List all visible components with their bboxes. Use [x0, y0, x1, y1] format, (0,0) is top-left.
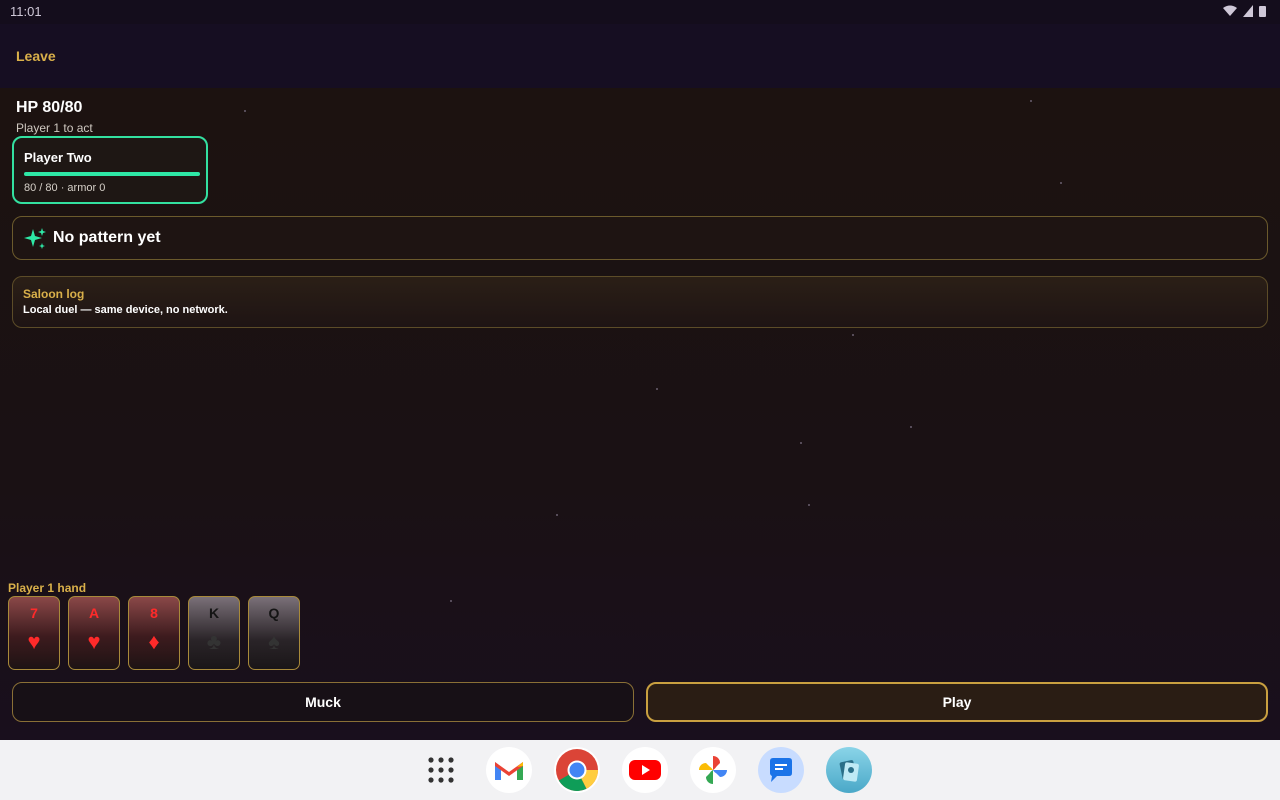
playing-card[interactable]: 8 ♦	[128, 596, 180, 670]
star-dot	[656, 388, 658, 390]
card-rank: K	[208, 605, 220, 621]
player-hand: 7 ♥ A ♥ 8 ♦ K ♣ Q ♠	[8, 596, 300, 670]
saloon-log: Saloon log Local duel — same device, no …	[12, 276, 1268, 328]
star-dot	[800, 442, 802, 444]
game-app-icon[interactable]	[826, 747, 872, 793]
photos-icon[interactable]	[690, 747, 736, 793]
heart-icon: ♥	[87, 629, 101, 654]
wifi-icon	[1223, 5, 1237, 16]
playing-card[interactable]: 7 ♥	[8, 596, 60, 670]
playing-card[interactable]: Q ♠	[248, 596, 300, 670]
game-area: HP 80/80 Player 1 to act Player Two 80 /…	[0, 88, 1280, 740]
app-dock-bar	[0, 740, 1280, 800]
status-bar: 11:01	[0, 0, 1280, 24]
log-title: Saloon log	[23, 287, 85, 301]
opponent-stats: 80 / 80 · armor 0	[24, 182, 106, 194]
leave-button[interactable]: Leave	[16, 48, 56, 64]
player-hp: HP 80/80	[16, 99, 83, 116]
app-drawer-icon[interactable]	[418, 747, 464, 793]
hand-label: Player 1 hand	[8, 581, 87, 595]
star-dot	[244, 110, 246, 112]
diamond-icon: ♦	[148, 629, 160, 654]
opponent-name: Player Two	[24, 150, 92, 165]
star-dot	[910, 426, 912, 428]
card-rank: A	[88, 605, 100, 621]
card-rank: Q	[268, 605, 280, 621]
playing-card[interactable]: K ♣	[188, 596, 240, 670]
opponent-hp-fill	[24, 172, 200, 176]
card-rank: 8	[150, 605, 158, 621]
status-icons	[1223, 5, 1266, 17]
turn-indicator: Player 1 to act	[16, 121, 93, 135]
spade-icon: ♠	[268, 629, 280, 654]
star-dot	[1030, 100, 1032, 102]
opponent-card[interactable]: Player Two 80 / 80 · armor 0	[12, 136, 208, 204]
gmail-icon[interactable]	[486, 747, 532, 793]
heart-icon: ♥	[27, 629, 41, 654]
signal-icon	[1243, 5, 1253, 17]
star-dot	[556, 514, 558, 516]
top-bar: Leave	[0, 24, 1280, 88]
messages-icon[interactable]	[758, 747, 804, 793]
star-dot	[1060, 182, 1062, 184]
star-dot	[450, 600, 452, 602]
sparkle-icon	[24, 228, 46, 249]
card-rank: 7	[30, 605, 38, 621]
youtube-icon[interactable]	[622, 747, 668, 793]
chrome-icon[interactable]	[554, 747, 600, 793]
star-dot	[852, 334, 854, 336]
play-button[interactable]: Play	[646, 682, 1268, 722]
playing-card[interactable]: A ♥	[68, 596, 120, 670]
star-dot	[808, 504, 810, 506]
club-icon: ♣	[206, 629, 222, 654]
pattern-panel: No pattern yet	[12, 216, 1268, 260]
dock	[418, 747, 872, 793]
pattern-text: No pattern yet	[53, 229, 161, 246]
status-time: 11:01	[10, 4, 42, 19]
muck-button[interactable]: Muck	[12, 682, 634, 722]
opponent-hp-bar	[24, 172, 200, 176]
battery-icon	[1259, 6, 1266, 17]
log-entry: Local duel — same device, no network.	[23, 304, 228, 316]
